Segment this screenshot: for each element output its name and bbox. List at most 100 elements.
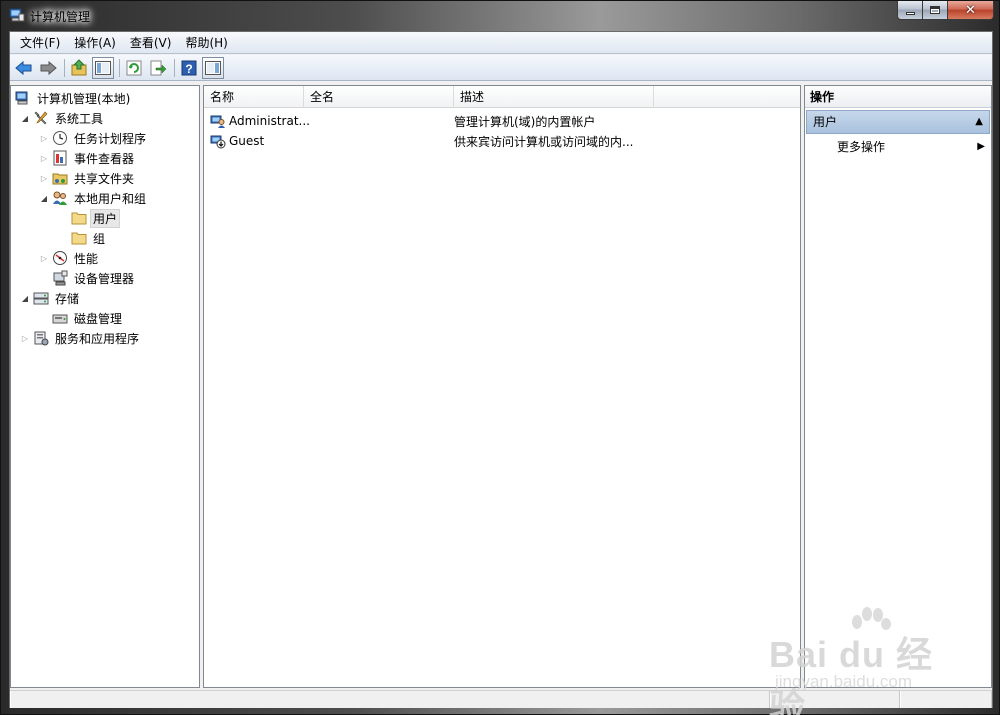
tree-item-shared-folders[interactable]: ▷ 共享文件夹 — [38, 168, 137, 188]
list-item-guest[interactable]: Guest 供来宾访问计算机或访问域的内... — [204, 131, 800, 151]
tree-item-local-users-groups[interactable]: ◢ 本地用户和组 — [38, 188, 149, 208]
description-cell: 供来宾访问计算机或访问域的内... — [454, 134, 634, 149]
toolbar: ? — [10, 55, 992, 81]
folder-icon — [71, 212, 87, 225]
tree-label: 系统工具 — [55, 111, 104, 126]
status-cell — [10, 691, 770, 708]
tree-item-device-manager[interactable]: 设备管理器 — [50, 268, 137, 288]
tree-label: 性能 — [74, 251, 99, 266]
tree-label: 服务和应用程序 — [55, 331, 140, 346]
column-header-fullname[interactable]: 全名 — [304, 86, 454, 108]
tree-item-storage[interactable]: ◢ 存储 — [19, 288, 82, 308]
tree-item-task-scheduler[interactable]: ▷ 任务计划程序 — [38, 128, 149, 148]
submenu-arrow-icon: ▶ — [977, 141, 985, 152]
action-pane: 操作 用户 ▲ 更多操作 ▶ — [804, 85, 992, 688]
tree-label: 用户 — [90, 208, 121, 228]
description-cell: 管理计算机(域)的内置帐户 — [454, 114, 596, 129]
show-hide-tree-button[interactable] — [92, 56, 114, 79]
collapsed-arrow-icon[interactable]: ▷ — [38, 252, 50, 264]
list-header: 名称 全名 描述 — [204, 86, 800, 108]
svg-text:?: ? — [185, 62, 192, 76]
computer-management-icon — [15, 91, 28, 105]
tree-item-performance[interactable]: ▷ 性能 — [38, 248, 101, 268]
tree-item-system-tools[interactable]: ◢ 系统工具 — [19, 108, 106, 128]
collapsed-arrow-icon[interactable]: ▷ — [38, 172, 50, 184]
menu-view[interactable]: 查看(V) — [123, 33, 179, 53]
forward-button[interactable] — [37, 57, 59, 79]
help-icon: ? — [181, 60, 197, 76]
menu-bar: 文件(F) 操作(A) 查看(V) 帮助(H) — [10, 32, 992, 54]
caption-buttons: ✕ — [897, 1, 994, 20]
action-pane-header: 操作 — [805, 86, 991, 108]
clock-icon — [53, 131, 67, 145]
performance-icon — [53, 251, 67, 265]
back-icon — [15, 60, 32, 75]
device-manager-icon — [53, 270, 68, 286]
close-icon: ✕ — [965, 2, 976, 18]
disk-management-icon — [52, 314, 68, 324]
more-actions-item[interactable]: 更多操作 ▶ — [805, 136, 991, 158]
maximize-button[interactable] — [923, 1, 948, 20]
console-tree[interactable]: 计算机管理(本地) ◢ 系统工具 ▷ 任务计划程序 ▷ 事件查看器 ▷ 共享文件 — [10, 85, 200, 688]
storage-icon — [33, 292, 49, 305]
collapsed-arrow-icon[interactable]: ▷ — [38, 152, 50, 164]
minimize-button[interactable] — [897, 1, 923, 20]
account-name: Administrat... — [229, 114, 310, 128]
show-hide-action-icon — [205, 60, 221, 75]
name-cell: Guest — [204, 133, 454, 149]
refresh-button[interactable] — [123, 57, 145, 79]
event-viewer-icon — [53, 150, 67, 166]
tree-label: 事件查看器 — [74, 151, 135, 166]
export-icon — [150, 60, 166, 75]
collapsed-arrow-icon[interactable]: ▷ — [38, 132, 50, 144]
menu-action[interactable]: 操作(A) — [67, 33, 123, 53]
status-bar — [10, 690, 992, 708]
window-title: 计算机管理 — [30, 10, 91, 24]
client-area: 文件(F) 操作(A) 查看(V) 帮助(H) ? 计算机管理(本地) ◢ 系统… — [9, 31, 993, 708]
tree-label: 计算机管理(本地) — [37, 91, 131, 106]
menu-help[interactable]: 帮助(H) — [178, 33, 234, 53]
more-actions-label: 更多操作 — [837, 140, 886, 154]
account-name: Guest — [229, 134, 265, 148]
tree-label: 设备管理器 — [74, 271, 135, 286]
disabled-user-account-icon — [210, 135, 226, 149]
expanded-arrow-icon[interactable]: ◢ — [19, 292, 31, 304]
forward-icon — [40, 60, 57, 75]
column-header-name[interactable]: 名称 — [204, 86, 304, 108]
tools-icon — [34, 111, 48, 125]
shared-folder-icon — [52, 173, 68, 185]
close-button[interactable]: ✕ — [948, 1, 994, 20]
tree-item-groups[interactable]: 组 — [69, 228, 108, 248]
folder-icon — [71, 232, 87, 245]
show-hide-action-pane-button[interactable] — [202, 56, 224, 79]
toolbar-separator — [174, 58, 175, 77]
tree-item-event-viewer[interactable]: ▷ 事件查看器 — [38, 148, 137, 168]
back-button[interactable] — [13, 57, 35, 79]
result-list[interactable]: 名称 全名 描述 Administrat... 管理计算机(域)的内置帐户 Gu… — [203, 85, 801, 688]
tree-label: 任务计划程序 — [74, 131, 147, 146]
users-group-icon — [53, 191, 67, 205]
tree-label: 组 — [93, 231, 106, 246]
action-section-users[interactable]: 用户 ▲ — [806, 110, 990, 134]
tree-label: 共享文件夹 — [74, 171, 135, 186]
list-item-administrator[interactable]: Administrat... 管理计算机(域)的内置帐户 — [204, 111, 800, 131]
tree-item-services-apps[interactable]: ▷ 服务和应用程序 — [19, 328, 142, 348]
title-bar[interactable]: 计算机管理 ✕ — [1, 1, 1000, 31]
expanded-arrow-icon[interactable]: ◢ — [38, 192, 50, 204]
export-list-button[interactable] — [147, 57, 169, 79]
name-cell: Administrat... — [204, 113, 454, 129]
refresh-icon — [126, 60, 142, 75]
collapsed-arrow-icon[interactable]: ▷ — [19, 332, 31, 344]
collapse-arrow-icon[interactable]: ▲ — [975, 111, 983, 133]
column-header-description[interactable]: 描述 — [454, 86, 654, 108]
up-icon — [71, 58, 87, 75]
expanded-arrow-icon[interactable]: ◢ — [19, 112, 31, 124]
status-cell — [900, 691, 992, 708]
tree-item-root[interactable]: 计算机管理(本地) — [13, 88, 133, 108]
tree-item-disk-management[interactable]: 磁盘管理 — [50, 308, 125, 328]
menu-file[interactable]: 文件(F) — [13, 33, 67, 53]
show-hide-tree-icon — [95, 60, 111, 75]
up-button[interactable] — [68, 57, 90, 79]
tree-item-users[interactable]: 用户 — [69, 208, 121, 228]
help-button[interactable]: ? — [178, 57, 200, 79]
